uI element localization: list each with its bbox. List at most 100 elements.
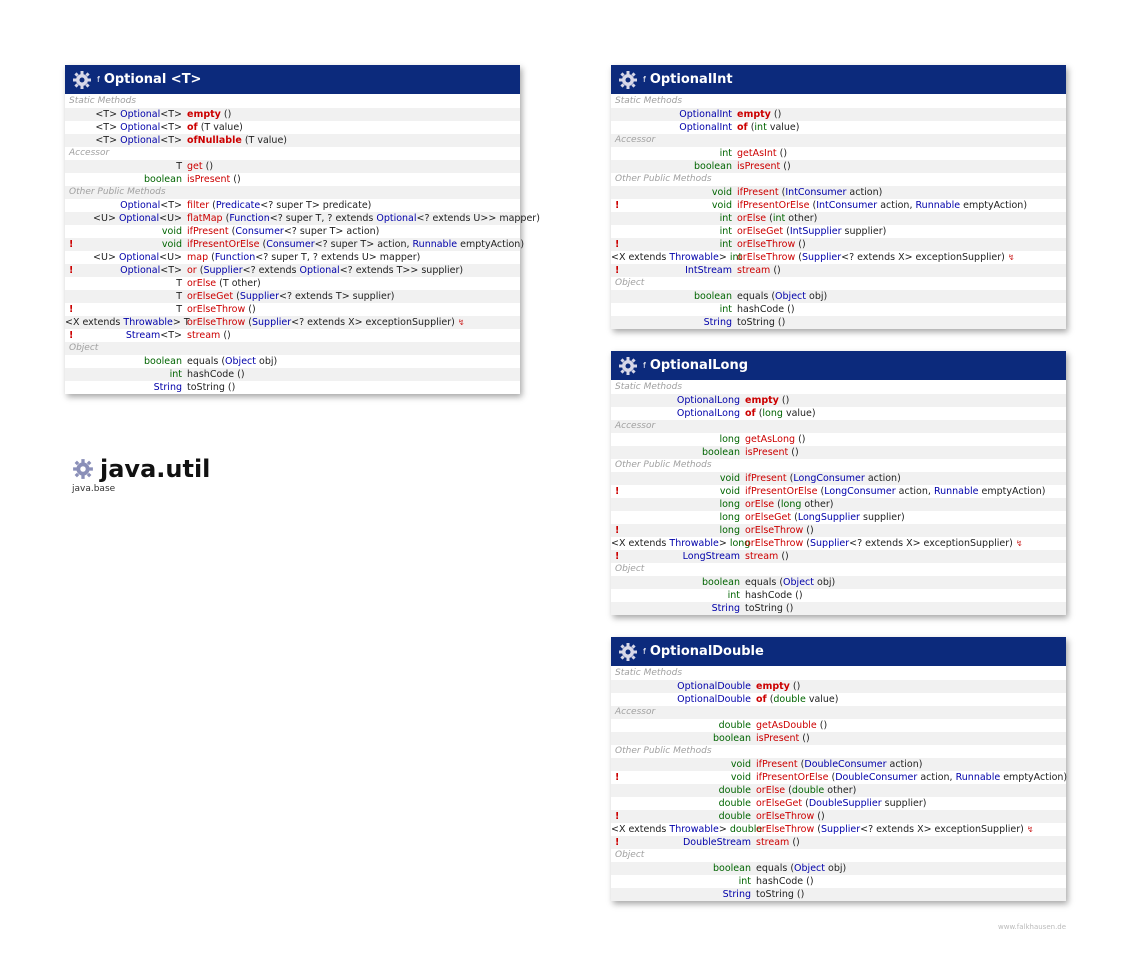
param-token: IntSupplier: [789, 226, 842, 237]
member-row: void ifPresent (DoubleConsumer action): [611, 758, 1066, 771]
param-token: action): [886, 759, 923, 770]
method-name: orElseThrow: [756, 811, 815, 822]
method-name: toString: [756, 889, 794, 900]
method-name: ifPresent: [745, 473, 787, 484]
return-type: double: [611, 784, 756, 797]
class-card-optional: f Optional <T> Static Methods <T> Optiona…: [65, 65, 540, 394]
method-signature: ifPresentOrElse (LongConsumer action, Ru…: [745, 485, 1066, 498]
method-name: getAsDouble: [756, 720, 817, 731]
param-token: Runnable: [915, 200, 961, 211]
member-row: boolean isPresent (): [611, 160, 1066, 173]
param-token: (): [793, 889, 805, 900]
section-header: Other Public Methods: [615, 174, 712, 184]
param-token: obj): [825, 863, 847, 874]
method-name: stream: [187, 330, 221, 341]
member-row: ! void ifPresentOrElse (DoubleConsumer act…: [611, 771, 1067, 784]
method-name: orElseGet: [756, 798, 803, 809]
method-name: stream: [756, 837, 790, 848]
return-type: int: [65, 368, 187, 381]
method-name: orElseThrow: [187, 304, 246, 315]
member-row: OptionalLong of (long value): [611, 407, 1066, 420]
param-token: (): [816, 720, 828, 731]
return-token: int: [738, 876, 751, 887]
method-name: isPresent: [187, 174, 231, 185]
member-row: ! double orElseThrow (): [611, 810, 1066, 823]
method-name: getAsInt: [737, 148, 777, 159]
section-header: Object: [615, 278, 645, 288]
param-token: <? super T, ? extends: [269, 213, 377, 224]
return-token: <T>: [160, 200, 182, 211]
param-token: (: [814, 824, 821, 835]
return-token: OptionalLong: [676, 395, 740, 406]
param-token: Supplier: [810, 538, 850, 549]
method-signature: hashCode (): [756, 875, 1066, 888]
return-token: Optional: [120, 122, 161, 133]
member-row: void ifPresent (IntConsumer action): [611, 186, 1066, 199]
section-header: Object: [615, 850, 645, 860]
param-token: Object: [794, 863, 825, 874]
param-token: action,: [877, 200, 916, 211]
method-signature: of (int value): [737, 121, 1066, 134]
method-name: orElseThrow: [187, 317, 246, 328]
return-type: void: [611, 771, 756, 784]
member-row: <X extends Throwable> double orElseThrow …: [611, 823, 1066, 836]
param-token: DoubleConsumer: [804, 759, 887, 770]
param-token: (): [795, 239, 806, 250]
method-signature: orElseThrow (Supplier<? extends X> excep…: [187, 316, 520, 329]
return-token: int: [719, 239, 732, 250]
module-name: java.base: [72, 484, 116, 494]
param-token: (): [784, 304, 795, 315]
member-list: Static Methods OptionalDouble empty () Opti…: [611, 666, 1067, 901]
return-type: OptionalLong: [611, 407, 745, 420]
method-signature: ofNullable (T value): [187, 134, 520, 147]
class-card-optionalint: f OptionalInt Static Methods OptionalInt e…: [611, 65, 1066, 329]
param-token: (: [795, 252, 802, 263]
param-token: (: [791, 512, 798, 523]
method-signature: isPresent (): [737, 160, 1066, 173]
param-token: (): [220, 109, 232, 120]
param-token: (T value): [241, 135, 288, 146]
return-type: String: [611, 888, 756, 901]
param-token: emptyAction): [457, 239, 525, 250]
member-row: boolean isPresent (): [611, 446, 1066, 459]
param-token: (): [814, 811, 825, 822]
return-token: String: [153, 382, 182, 393]
new-api-marker-icon: !: [615, 837, 620, 848]
method-name: ifPresentOrElse: [187, 239, 260, 250]
return-token: <U>: [93, 213, 119, 224]
param-token: (): [770, 265, 781, 276]
throws-icon: ↯: [457, 318, 465, 327]
param-token: (): [789, 837, 800, 848]
method-name: ifPresent: [187, 226, 229, 237]
param-token: DoubleSupplier: [808, 798, 882, 809]
gear-icon: [619, 70, 637, 89]
method-signature: orElse (long other): [745, 498, 1066, 511]
return-type: void: [611, 472, 745, 485]
param-token: <? extends T>> supplier): [339, 265, 464, 276]
return-token: double: [718, 785, 751, 796]
method-signature: flatMap (Function<? super T, ? extends O…: [187, 212, 540, 225]
return-token: void: [161, 239, 182, 250]
section-header: Other Public Methods: [615, 746, 712, 756]
return-token: T: [176, 304, 182, 315]
return-type: boolean: [65, 173, 187, 186]
member-row: ! void ifPresentOrElse (LongConsumer actio…: [611, 485, 1066, 498]
return-type: OptionalLong: [611, 394, 745, 407]
param-token: (): [803, 525, 814, 536]
return-token: String: [711, 603, 740, 614]
member-row: long orElse (long other): [611, 498, 1066, 511]
method-name: hashCode: [737, 304, 785, 315]
return-type: boolean: [65, 355, 187, 368]
return-token: void: [161, 226, 182, 237]
return-token: <T>: [160, 109, 182, 120]
member-row: ! TorElseThrow (): [65, 303, 520, 316]
param-token: supplier): [841, 226, 887, 237]
return-type: T: [65, 277, 187, 290]
method-name: of: [756, 694, 767, 705]
return-type: void: [611, 199, 737, 212]
param-token: <? extends X> exceptionSupplier): [841, 252, 1005, 263]
return-token: <T>: [160, 122, 182, 133]
return-token: boolean: [702, 577, 740, 588]
method-signature: stream (): [756, 836, 1066, 849]
return-token: Optional: [120, 200, 161, 211]
